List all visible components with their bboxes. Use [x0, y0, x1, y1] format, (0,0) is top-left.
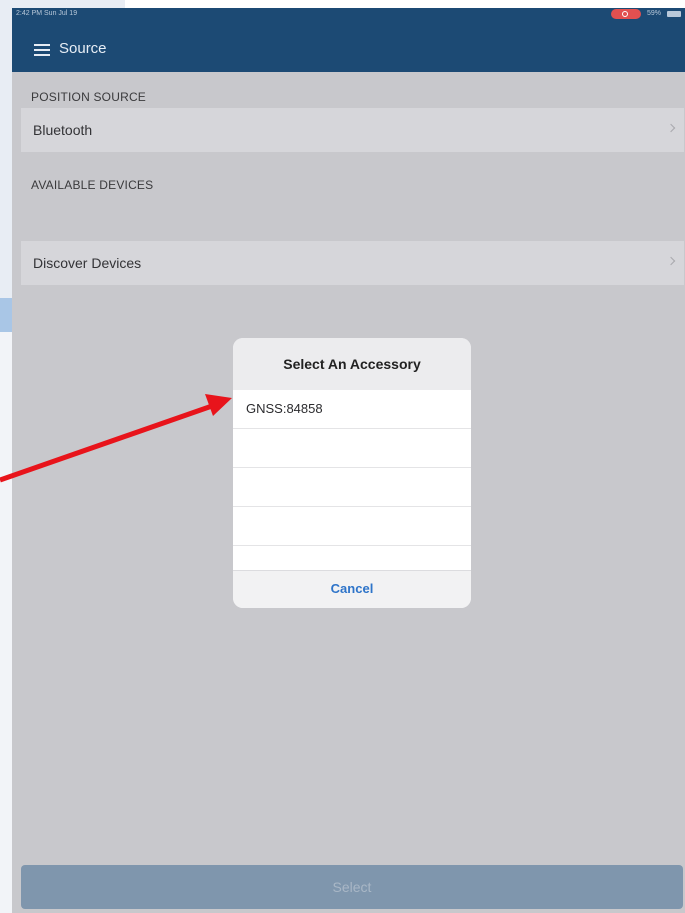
battery-icon: [667, 11, 681, 17]
recording-indicator-icon: [610, 9, 641, 19]
accessory-item-label: GNSS:84858: [246, 401, 323, 416]
battery-text: 59%: [646, 10, 661, 17]
select-button[interactable]: Select: [21, 865, 683, 909]
ipad-screen: 2:42 PM Sun Jul 19 59% Source POSITION S…: [12, 8, 685, 913]
hamburger-icon[interactable]: [34, 44, 50, 56]
status-indicators: 59%: [610, 8, 681, 20]
chevron-right-icon: [666, 123, 676, 133]
status-time: 2:42 PM Sun Jul 19: [16, 10, 78, 17]
discover-devices-label: Discover Devices: [33, 255, 142, 271]
position-source-row[interactable]: Bluetooth: [21, 108, 684, 152]
page-title: Source: [59, 40, 107, 57]
chevron-right-icon: [666, 256, 676, 266]
accessory-item[interactable]: GNSS:84858: [233, 390, 471, 429]
position-source-header: POSITION SOURCE: [31, 90, 147, 104]
available-devices-header: AVAILABLE DEVICES: [31, 178, 154, 192]
accessory-item[interactable]: [233, 429, 471, 468]
discover-devices-row[interactable]: Discover Devices: [21, 241, 684, 285]
nav-bar: Source: [12, 20, 685, 72]
dialog-title: Select An Accessory: [233, 338, 471, 390]
cancel-button[interactable]: Cancel: [233, 570, 471, 608]
status-bar: 2:42 PM Sun Jul 19 59%: [12, 8, 685, 20]
position-source-value: Bluetooth: [33, 122, 93, 138]
accessory-item[interactable]: [233, 468, 471, 507]
select-accessory-dialog: Select An Accessory GNSS:84858 Cancel: [233, 338, 471, 608]
accessory-item[interactable]: [233, 507, 471, 546]
accessory-list: GNSS:84858: [233, 390, 471, 570]
